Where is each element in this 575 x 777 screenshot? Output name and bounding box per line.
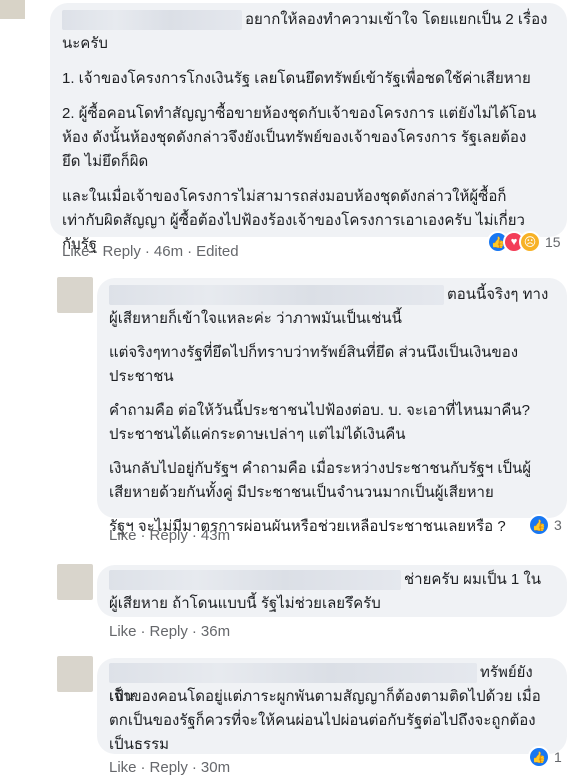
- comment-text: ประชาชน: [109, 368, 174, 385]
- comment-text: และในเมื่อเจ้าของโครงการไม่สามารถส่งมอบห…: [62, 188, 507, 205]
- reaction-summary[interactable]: 👍 ♥ ☹ 15: [487, 231, 561, 253]
- comment-text: เงินกลับไปอยู่กับรัฐฯ คำถามคือ เมื่อระหว…: [109, 460, 532, 477]
- reply-button[interactable]: Reply: [150, 527, 188, 544]
- comment-bubble: ตอนนี้จริงๆ ทาง ผู้เสียหายก็เข้าใจแหละค่…: [97, 278, 567, 535]
- comment-text: ช่ายครับ ผมเป็น 1 ใน: [404, 571, 542, 588]
- like-button[interactable]: Like: [62, 243, 90, 260]
- timestamp[interactable]: 36m: [201, 623, 230, 640]
- reaction-count: 15: [545, 234, 561, 250]
- comment-text: อยากให้ลองทำความเข้าใจ โดยแยกเป็น 2 เรื่…: [245, 11, 548, 28]
- comment-text: ตกเป็นของรัฐก็ควรที่จะให้คนผ่อนไปผ่อนต่อ…: [109, 712, 536, 729]
- thumbs-up-icon: 👍: [528, 514, 550, 536]
- sad-face-icon: ☹: [519, 231, 541, 253]
- reaction-summary[interactable]: 👍 1: [528, 746, 562, 768]
- comment-bubble: อยากให้ลองทำความเข้าใจ โดยแยกเป็น 2 เรื่…: [50, 3, 567, 253]
- comment-text: เสียหายด้วยกันทั้งคู่ มีประชาชนเป็นจำนวน…: [109, 484, 494, 501]
- commenter-name[interactable]: [109, 663, 477, 684]
- reply-button[interactable]: Reply: [103, 243, 141, 260]
- comment-actions: Like · Reply · 46m · Edited: [62, 243, 239, 260]
- avatar[interactable]: [0, 0, 25, 19]
- comment-text: ห้อง ดังนั้นห้องชุดดังกล่าวจึงยังเป็นทรั…: [62, 129, 527, 146]
- commenter-name[interactable]: [109, 570, 401, 591]
- comment-text: ยึด ไม่ยึดก็ผิด: [62, 153, 149, 170]
- comment-bubble: ทรัพย์ยังเป็น เจ้าของคอนโดอยู่แต่ภาระผูก…: [97, 658, 567, 754]
- avatar[interactable]: [57, 277, 93, 313]
- like-button[interactable]: Like: [109, 759, 137, 776]
- reply-button[interactable]: Reply: [150, 623, 188, 640]
- timestamp[interactable]: 46m: [154, 243, 183, 260]
- comment-actions: Like · Reply · 30m: [109, 759, 231, 776]
- comment-text: ผู้เสียหายก็เข้าใจแหละค่ะ ว่าภาพมันเป็นเ…: [109, 310, 402, 327]
- reaction-count: 3: [554, 517, 562, 533]
- like-button[interactable]: Like: [109, 623, 137, 640]
- comment-text: เท่ากับผิดสัญญา ผู้ซื้อต้องไปฟ้องร้องเจ้…: [62, 212, 525, 229]
- comment-text: เป็นธรรม: [109, 736, 170, 753]
- comment-text: ผู้เสียหาย ถ้าโดนแบบนี้ รัฐไม่ช่วยเลยรึค…: [109, 595, 381, 612]
- comment-text: แต่จริงๆทางรัฐที่ยึดไปก็ทราบว่าทรัพย์สิน…: [109, 344, 519, 361]
- reaction-summary[interactable]: 👍 3: [528, 514, 562, 536]
- comment-text: ตอนนี้จริงๆ ทาง: [447, 286, 549, 303]
- comment-text: เจ้าของคอนโดอยู่แต่ภาระผูกพันตามสัญญาก็ต…: [109, 688, 541, 705]
- comment-text: ประชาชนได้แค่กระดาษเปล่าๆ แต่ไม่ได้เงินค…: [109, 426, 406, 443]
- timestamp[interactable]: 30m: [201, 759, 230, 776]
- comment-actions: Like · Reply · 36m: [109, 623, 231, 640]
- comment-text: 2. ผู้ซื้อคอนโดทำสัญญาซื้อขายห้องชุดกับเ…: [62, 105, 537, 122]
- avatar[interactable]: [57, 656, 93, 692]
- avatar[interactable]: [57, 564, 93, 600]
- thumbs-up-icon: 👍: [528, 746, 550, 768]
- reply-button[interactable]: Reply: [150, 759, 188, 776]
- comment-text: 1. เจ้าของโครงการโกงเงินรัฐ เลยโดนยึดทรั…: [62, 70, 531, 87]
- like-button[interactable]: Like: [109, 527, 137, 544]
- comment-text: นะครับ: [62, 35, 108, 52]
- reaction-count: 1: [554, 749, 562, 765]
- commenter-name[interactable]: [109, 285, 444, 306]
- edited-label: Edited: [196, 243, 239, 260]
- comment-bubble: ช่ายครับ ผมเป็น 1 ใน ผู้เสียหาย ถ้าโดนแบ…: [97, 565, 567, 617]
- commenter-name[interactable]: [62, 10, 242, 31]
- timestamp[interactable]: 43m: [201, 527, 230, 544]
- comment-actions: Like · Reply · 43m: [109, 527, 231, 544]
- comment-text: คำถามคือ ต่อให้วันนี้ประชาชนไปฟ้องต่อบ. …: [109, 402, 531, 419]
